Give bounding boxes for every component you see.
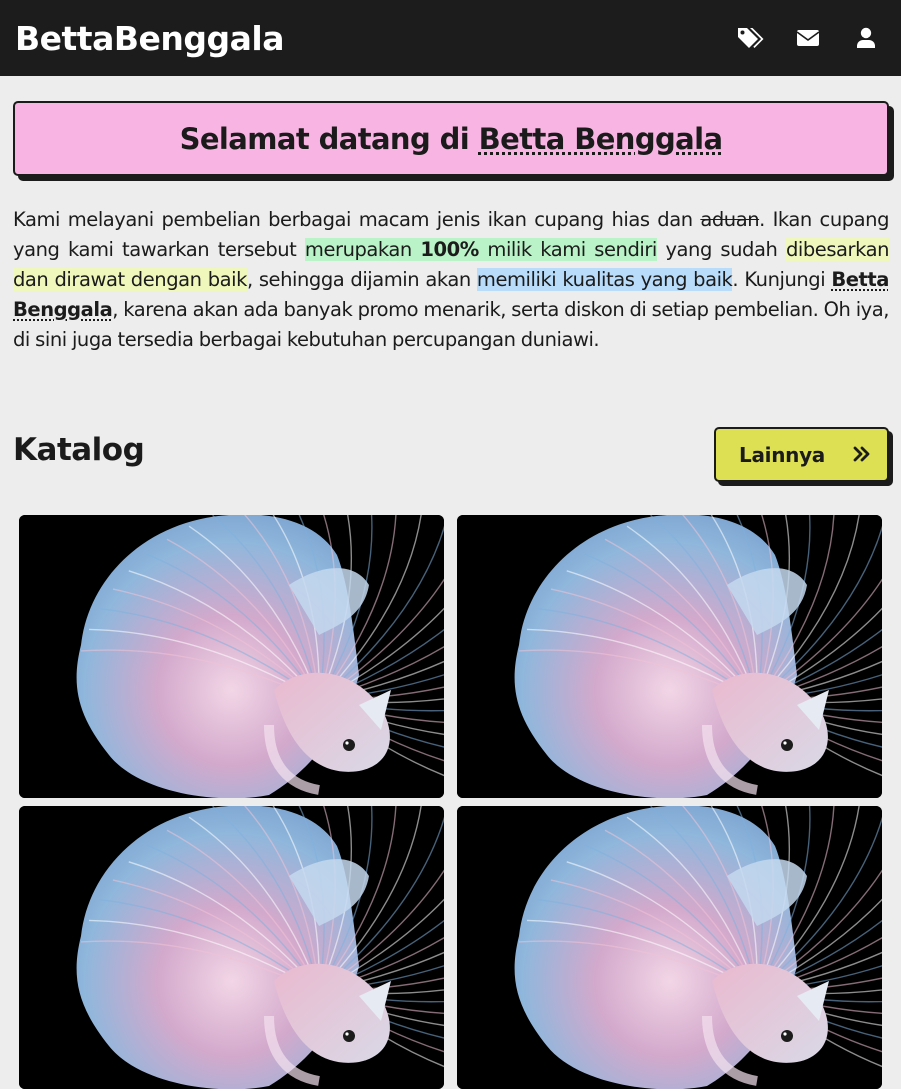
more-button[interactable]: Lainnya xyxy=(714,427,889,482)
intro-text: merupakan xyxy=(304,238,421,261)
welcome-heading: Selamat datang di Betta Benggala xyxy=(180,122,723,156)
betta-fish-image xyxy=(457,806,882,1089)
intro-text: . Kunjungi xyxy=(732,268,832,291)
intro-strike: aduan xyxy=(700,208,760,231)
catalog-card[interactable] xyxy=(19,515,444,798)
navbar: BettaBenggala xyxy=(0,0,901,76)
catalog-card[interactable] xyxy=(19,806,444,1089)
intro-bold: 100% xyxy=(420,238,479,261)
welcome-banner: Selamat datang di Betta Benggala xyxy=(13,101,889,176)
double-chevron-right-icon xyxy=(853,443,871,467)
intro-text: Kami melayani pembelian berbagai macam j… xyxy=(13,208,701,231)
betta-fish-image xyxy=(19,515,444,798)
intro-text: , sehingga dijamin akan xyxy=(246,268,477,291)
betta-fish-image xyxy=(19,806,444,1089)
intro-text: , karena akan ada banyak promo menarik, … xyxy=(13,298,889,351)
user-icon[interactable] xyxy=(851,23,881,53)
intro-text: milik kami sendiri xyxy=(478,238,657,261)
highlight-blue: memiliki kualitas yang baik xyxy=(476,268,733,291)
intro-paragraph: Kami melayani pembelian berbagai macam j… xyxy=(13,205,889,355)
betta-fish-image xyxy=(457,515,882,798)
welcome-brand: Betta Benggala xyxy=(478,121,723,156)
catalog-title: Katalog xyxy=(13,432,145,468)
more-button-label: Lainnya xyxy=(739,442,826,467)
catalog-card[interactable] xyxy=(457,806,882,1089)
nav-icons xyxy=(735,23,881,53)
catalog-card[interactable] xyxy=(457,515,882,798)
tags-icon[interactable] xyxy=(735,23,765,53)
intro-text: yang sudah xyxy=(656,238,786,261)
highlight-green: merupakan 100% milik kami sendiri xyxy=(304,238,657,261)
brand-logo[interactable]: BettaBenggala xyxy=(15,19,284,58)
welcome-text: Selamat datang di xyxy=(179,121,479,156)
envelope-icon[interactable] xyxy=(793,23,823,53)
